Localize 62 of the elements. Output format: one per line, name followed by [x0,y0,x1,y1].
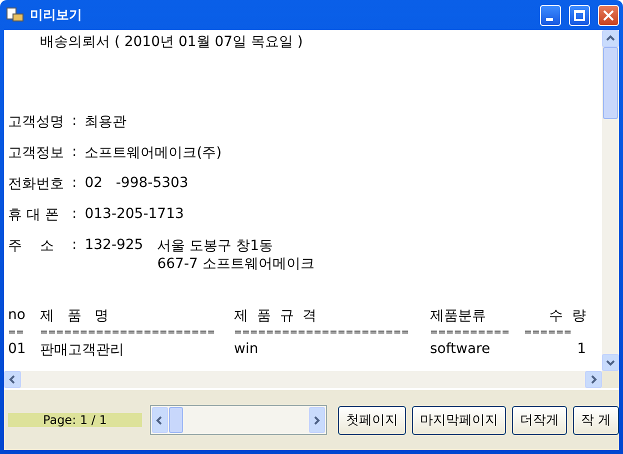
column-header: 제품분류 [430,307,487,325]
scroll-right-button[interactable] [585,371,602,388]
scroll-thumb[interactable] [603,47,618,119]
field-label: 휴 대 폰 [8,206,60,224]
zip-code: 132-925 [84,237,144,255]
field-value: 013-205-1713 [84,206,185,224]
separator-line: == [8,326,24,340]
scroll-thumb[interactable] [168,407,183,433]
page-indicator: Page: 1 / 1 [8,413,142,427]
scroll-left-button[interactable] [4,371,21,388]
field-separator: : [72,144,77,162]
field-separator: : [72,206,77,224]
field-label: 고객정보 [8,144,64,162]
scroll-up-button[interactable] [602,30,619,47]
table-cell-text: software [430,341,492,359]
document-heading: 배송의뢰서 ( 2010년 01월 07일 목요일 ) [40,33,304,51]
column-header: 제 품 규 격 [234,307,318,325]
table-cell-text: 1 [576,341,586,359]
caret-up-icon [606,34,615,43]
field-value: 02 -998-5303 [84,175,190,193]
toolbar-button[interactable]: 마지막페이지 [412,406,506,434]
caret-right-icon [589,375,598,384]
column-header: no [8,307,26,325]
toolbar-button[interactable]: 첫페이지 [338,406,406,434]
field-value: 최용관 [84,113,128,131]
caret-down-icon [606,358,615,367]
caret-right-icon [312,416,322,424]
field-label: 주 소 [8,237,55,256]
toolbar-button[interactable]: 작 게 [572,406,619,434]
close-icon [603,10,614,20]
address-line: 667-7 소프트웨어메이크 [157,255,314,273]
column-header: 수 량 [548,307,586,325]
maximize-button[interactable] [569,4,590,26]
table-cell-text: 01 [8,341,27,359]
app-icon [6,7,24,23]
field-separator: : [72,175,77,193]
separator-line: ====================== [234,326,410,340]
separator-line: ====== [524,326,572,340]
table-cell-text: 판매고객관리 [40,341,125,359]
address-line: 서울 도봉구 창1동 [157,237,274,255]
scrollbar-corner [602,371,619,388]
field-value: 소프트웨어메이크(주) [84,144,223,162]
toolbar-button[interactable]: 더작게 [512,406,567,434]
field-separator: : [72,113,77,131]
window-title: 미리보기 [30,7,82,24]
zoom-scrollbar[interactable] [150,405,327,435]
separator-line: ========== [430,326,510,340]
caret-left-icon [155,416,164,424]
column-header: 제 품 명 [40,307,110,325]
field-separator: : [72,237,77,255]
separator-line: ====================== [40,326,216,340]
caret-left-icon [8,375,17,384]
scroll-down-button[interactable] [602,354,619,371]
scroll-left-button[interactable] [152,407,168,433]
table-cell-text: win [234,341,260,359]
minimize-button[interactable] [540,4,561,26]
field-label: 고객성명 [8,113,64,131]
close-button[interactable] [598,4,619,26]
scroll-right-button[interactable] [308,407,325,433]
maximize-icon [574,10,585,20]
minimize-icon [546,18,553,20]
field-label: 전화번호 [8,175,64,193]
